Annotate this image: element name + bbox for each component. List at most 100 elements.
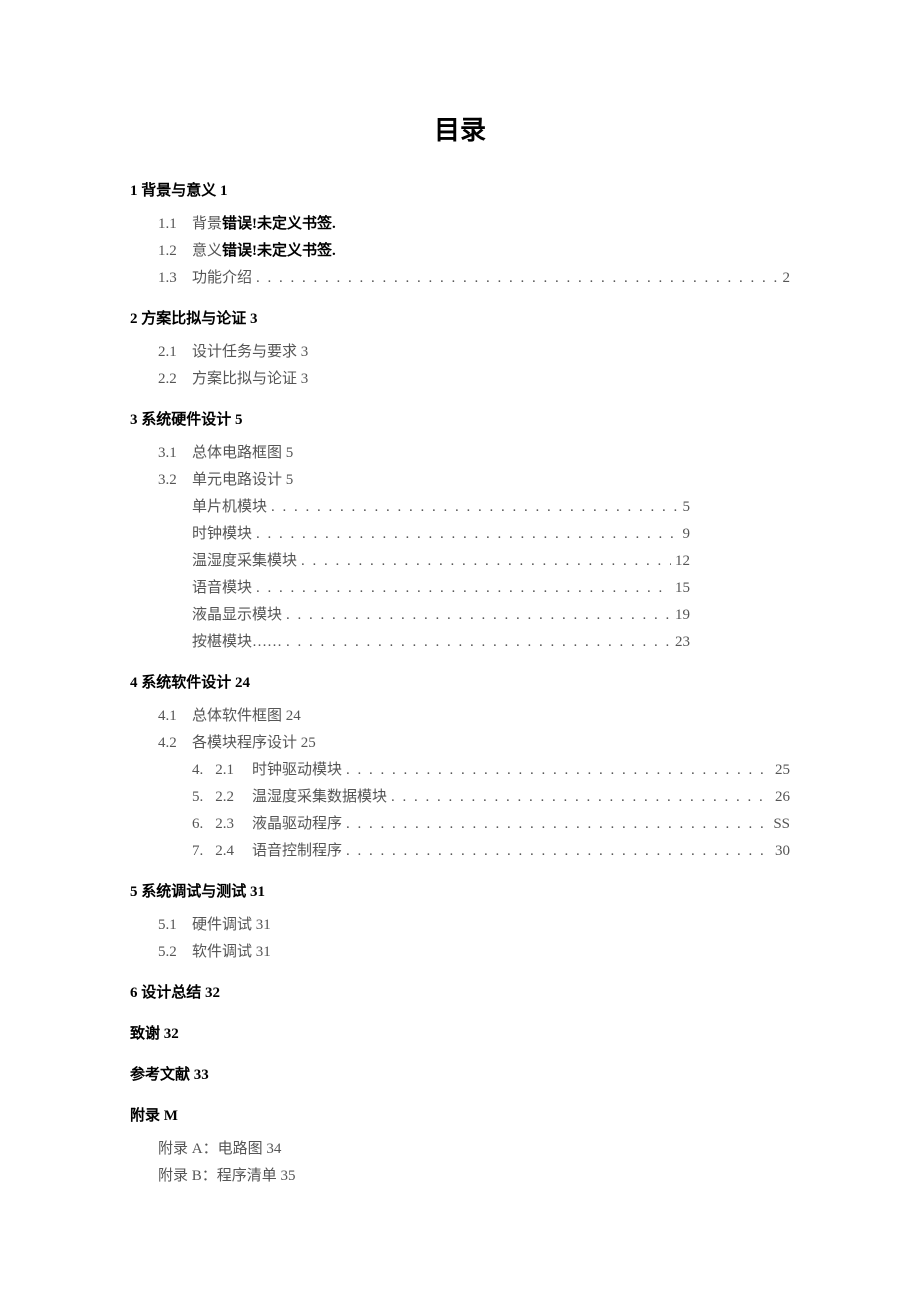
- heading-refs: 参考文献 33: [130, 1063, 790, 1084]
- entry-label: 意义: [192, 239, 222, 260]
- entry-prefix: 6.: [192, 816, 203, 833]
- dot-leader: [286, 634, 671, 651]
- entry-page: 23: [675, 634, 690, 651]
- toc-entry-4-2-2: 5. 2.2 温湿度采集数据模块 26: [192, 785, 790, 806]
- toc-entry-5-1: 5.1 硬件调试 31: [158, 913, 790, 934]
- dot-leader: [256, 526, 678, 543]
- section-5-subs: 5.1 硬件调试 31 5.2 软件调试 31: [130, 913, 790, 961]
- entry-label: 硬件调试 31: [192, 913, 271, 934]
- toc-entry-4-2-3: 6. 2.3 液晶驱动程序 SS: [192, 812, 790, 833]
- toc-entry-4-2: 4.2 各模块程序设计 25: [158, 731, 790, 752]
- dot-leader: [346, 816, 769, 833]
- entry-label: 方案比拟与论证 3: [192, 367, 308, 388]
- entry-index: 1.2: [158, 243, 192, 260]
- entry-label: 总体电路框图 5: [192, 441, 293, 462]
- toc-entry-1-2: 1.2 意义 错误!未定义书签.: [158, 239, 790, 260]
- appendix-block: 附录 A：电路图 34 附录 B：程序清单 35: [130, 1137, 790, 1185]
- heading-4: 4 系统软件设计 24: [130, 671, 790, 692]
- dot-leader: [286, 607, 671, 624]
- module-entry: 液晶显示模块 19: [192, 603, 790, 624]
- appendix-a: 附录 A：电路图 34: [158, 1137, 790, 1158]
- dot-leader: [256, 580, 671, 597]
- toc-entry-4-2-1: 4. 2.1 时钟驱动模块 25: [192, 758, 790, 779]
- heading-2: 2 方案比拟与论证 3: [130, 307, 790, 328]
- entry-label: 各模块程序设计 25: [192, 731, 316, 752]
- entry-page: 9: [683, 526, 691, 543]
- entry-index: 5.1: [158, 917, 192, 934]
- toc-entry-4-1: 4.1 总体软件框图 24: [158, 704, 790, 725]
- entry-page: 12: [675, 553, 690, 570]
- entry-label: 时钟模块: [192, 522, 252, 543]
- bookmark-error: 错误!未定义书签.: [222, 239, 336, 260]
- entry-num: 2.4: [215, 843, 234, 860]
- entry-page: 19: [675, 607, 690, 624]
- entry-prefix: 4.: [192, 762, 203, 779]
- section-3-modules: 单片机模块 5 时钟模块 9 温湿度采集模块 12 语音模块 15 液晶显示模块…: [130, 495, 790, 651]
- entry-index: 5.2: [158, 944, 192, 961]
- entry-index: 4.1: [158, 708, 192, 725]
- module-entry: 温湿度采集模块 12: [192, 549, 790, 570]
- entry-label: 液晶驱动程序: [252, 812, 342, 833]
- entry-index: 1.1: [158, 216, 192, 233]
- heading-3: 3 系统硬件设计 5: [130, 408, 790, 429]
- entry-page: SS: [773, 816, 790, 833]
- toc-entry-1-1: 1.1 背景 错误!未定义书签.: [158, 212, 790, 233]
- section-4-subsubs: 4. 2.1 时钟驱动模块 25 5. 2.2 温湿度采集数据模块 26 6. …: [130, 758, 790, 860]
- entry-label: 设计任务与要求 3: [192, 340, 308, 361]
- entry-page: 25: [775, 762, 790, 779]
- entry-label: 单元电路设计 5: [192, 468, 293, 489]
- heading-ack: 致谢 32: [130, 1022, 790, 1043]
- bookmark-error: 错误!未定义书签.: [222, 212, 336, 233]
- heading-5: 5 系统调试与测试 31: [130, 880, 790, 901]
- entry-label: 按椹模块……: [192, 630, 282, 651]
- entry-index: 1.3: [158, 270, 192, 287]
- entry-label: 软件调试 31: [192, 940, 271, 961]
- section-3-subs: 3.1 总体电路框图 5 3.2 单元电路设计 5: [130, 441, 790, 489]
- entry-prefix: 5.: [192, 789, 203, 806]
- entry-page: 2: [783, 270, 791, 287]
- entry-page: 15: [675, 580, 690, 597]
- entry-label: 液晶显示模块: [192, 603, 282, 624]
- toc-entry-2-2: 2.2 方案比拟与论证 3: [158, 367, 790, 388]
- heading-1: 1 背景与意义 1: [130, 179, 790, 200]
- module-entry: 语音模块 15: [192, 576, 790, 597]
- entry-label: 温湿度采集模块: [192, 549, 297, 570]
- dot-leader: [301, 553, 671, 570]
- entry-label: 功能介绍: [192, 266, 252, 287]
- section-2-subs: 2.1 设计任务与要求 3 2.2 方案比拟与论证 3: [130, 340, 790, 388]
- entry-num: 2.2: [215, 789, 234, 806]
- heading-6: 6 设计总结 32: [130, 981, 790, 1002]
- entry-label: 时钟驱动模块: [252, 758, 342, 779]
- entry-num: 2.1: [215, 762, 234, 779]
- heading-appendix: 附录 M: [130, 1104, 790, 1125]
- section-4-subs: 4.1 总体软件框图 24 4.2 各模块程序设计 25: [130, 704, 790, 752]
- dot-leader: [256, 270, 778, 287]
- entry-index: 4.2: [158, 735, 192, 752]
- dot-leader: [271, 499, 678, 516]
- entry-page: 26: [775, 789, 790, 806]
- entry-label: 温湿度采集数据模块: [252, 785, 387, 806]
- entry-label: 总体软件框图 24: [192, 704, 301, 725]
- toc-entry-2-1: 2.1 设计任务与要求 3: [158, 340, 790, 361]
- entry-num: 2.3: [215, 816, 234, 833]
- toc-title: 目录: [130, 110, 790, 147]
- entry-label: 单片机模块: [192, 495, 267, 516]
- entry-index: 2.2: [158, 371, 192, 388]
- dot-leader: [346, 762, 771, 779]
- toc-entry-3-2: 3.2 单元电路设计 5: [158, 468, 790, 489]
- entry-index: 2.1: [158, 344, 192, 361]
- module-entry: 按椹模块…… 23: [192, 630, 790, 651]
- entry-label: 背景: [192, 212, 222, 233]
- toc-entry-1-3: 1.3 功能介绍 2: [158, 266, 790, 287]
- entry-label: 语音控制程序: [252, 839, 342, 860]
- module-entry: 单片机模块 5: [192, 495, 790, 516]
- dot-leader: [346, 843, 771, 860]
- entry-label: 语音模块: [192, 576, 252, 597]
- entry-prefix: 7.: [192, 843, 203, 860]
- module-entry: 时钟模块 9: [192, 522, 790, 543]
- entry-index: 3.2: [158, 472, 192, 489]
- entry-index: 3.1: [158, 445, 192, 462]
- toc-entry-3-1: 3.1 总体电路框图 5: [158, 441, 790, 462]
- entry-page: 5: [683, 499, 691, 516]
- toc-entry-5-2: 5.2 软件调试 31: [158, 940, 790, 961]
